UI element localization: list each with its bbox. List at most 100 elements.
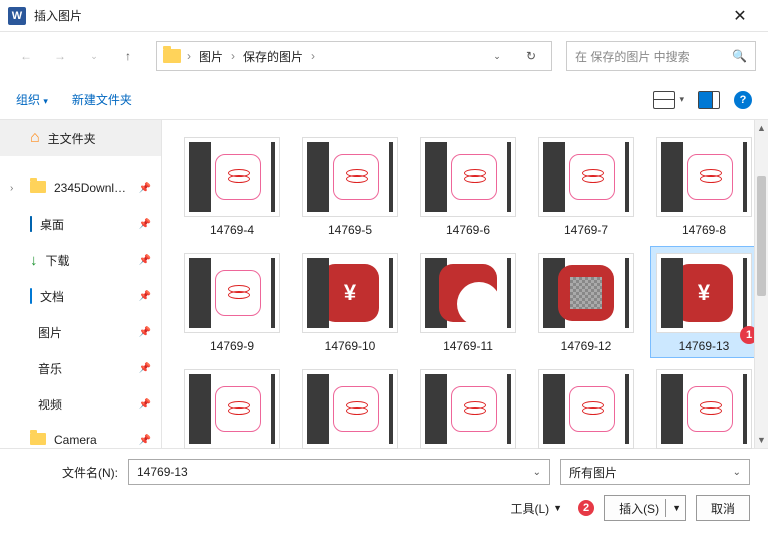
thumbnail-image <box>420 137 516 217</box>
sidebar-item-label: 视频 <box>38 396 62 413</box>
sidebar-item-doc[interactable]: 文档📌 <box>0 278 161 314</box>
thumbnail-image <box>656 369 752 449</box>
back-button[interactable]: ← <box>12 42 40 70</box>
thumbnail-image <box>184 369 280 449</box>
chevron-right-icon[interactable]: › <box>10 183 13 194</box>
thumbnail-caption: 14769-12 <box>561 339 612 353</box>
filename-label: 文件名(N): <box>18 464 118 481</box>
new-folder-button[interactable]: 新建文件夹 <box>72 91 132 108</box>
pin-icon: 📌 <box>139 327 151 338</box>
sidebar-item-label: 音乐 <box>38 360 62 377</box>
sidebar-item-pic[interactable]: 图片📌 <box>0 314 161 350</box>
file-thumbnail[interactable]: ¥114769-13 <box>650 246 758 358</box>
chevron-down-icon: ▼ <box>553 503 562 513</box>
thumbnail-image <box>538 369 634 449</box>
file-thumbnail[interactable]: 14769-7 <box>532 130 640 242</box>
view-preview-button[interactable] <box>698 91 720 109</box>
pin-icon: 📌 <box>139 183 151 194</box>
scroll-down-icon[interactable]: ▼ <box>757 432 766 448</box>
file-thumbnail[interactable] <box>414 362 522 460</box>
folder-icon <box>30 433 46 448</box>
chevron-right-icon: › <box>231 49 235 63</box>
refresh-button[interactable]: ↻ <box>517 42 545 70</box>
address-bar[interactable]: › 图片 › 保存的图片 › ⌄ ↻ <box>156 41 552 71</box>
toolbar: 组织 ▾ 新建文件夹 ▾ ? <box>0 80 768 120</box>
view-large-button[interactable]: ▾ <box>653 91 684 109</box>
window-title: 插入图片 <box>34 7 720 24</box>
pin-icon: 📌 <box>139 399 151 410</box>
filename-input[interactable]: 14769-13 ⌄ <box>128 459 550 485</box>
tools-button[interactable]: 工具(L) ▼ <box>504 496 568 521</box>
thumbnail-caption: 14769-8 <box>682 223 726 237</box>
thumbnail-caption: 14769-13 <box>679 339 730 353</box>
chevron-down-icon[interactable]: ⌄ <box>533 467 541 478</box>
desktop-icon <box>30 217 32 231</box>
pin-icon: 📌 <box>139 255 151 266</box>
thumbnail-caption: 14769-7 <box>564 223 608 237</box>
file-thumbnail[interactable]: 14769-12 <box>532 246 640 358</box>
pin-icon: 📌 <box>139 363 151 374</box>
cancel-button[interactable]: 取消 <box>696 495 750 521</box>
thumbnail-caption: 14769-9 <box>210 339 254 353</box>
body: ⌂主文件夹›2345Downloads📌桌面📌↓下载📌文档📌图片📌音乐📌视频📌C… <box>0 120 768 448</box>
recent-dropdown[interactable]: ⌄ <box>80 42 108 70</box>
sidebar-item-download[interactable]: ↓下载📌 <box>0 242 161 278</box>
folder-icon <box>30 181 46 196</box>
footer: 文件名(N): 14769-13 ⌄ 所有图片 ⌄ 工具(L) ▼ 2 插入(S… <box>0 448 768 533</box>
file-thumbnail[interactable]: 14769-5 <box>296 130 404 242</box>
file-thumbnail[interactable] <box>650 362 758 460</box>
scroll-up-icon[interactable]: ▲ <box>757 120 766 136</box>
thumbnail-caption: 14769-5 <box>328 223 372 237</box>
home-icon: ⌂ <box>30 129 40 147</box>
filetype-select[interactable]: 所有图片 ⌄ <box>560 459 750 485</box>
file-thumbnail[interactable] <box>178 362 286 460</box>
sidebar-item-home[interactable]: ⌂ 主文件夹 <box>0 120 161 156</box>
download-icon: ↓ <box>30 252 38 269</box>
breadcrumb-pictures[interactable]: 图片 <box>197 48 225 65</box>
sidebar-item-label: 桌面 <box>40 216 64 233</box>
chevron-right-icon: › <box>311 49 315 63</box>
breadcrumb-saved[interactable]: 保存的图片 <box>241 48 305 65</box>
chevron-down-icon[interactable]: ▼ <box>672 503 681 513</box>
forward-button[interactable]: → <box>46 42 74 70</box>
up-button[interactable]: ↑ <box>114 42 142 70</box>
file-thumbnail[interactable]: 14769-9 <box>178 246 286 358</box>
sidebar-item-label: 文档 <box>40 288 64 305</box>
sidebar: ⌂主文件夹›2345Downloads📌桌面📌↓下载📌文档📌图片📌音乐📌视频📌C… <box>0 120 162 448</box>
thumbnail-image <box>538 253 634 333</box>
file-thumbnail[interactable]: 14769-11 <box>414 246 522 358</box>
organize-button[interactable]: 组织 ▾ <box>16 91 48 108</box>
thumbnail-image: ¥ <box>656 253 752 333</box>
search-icon: 🔍 <box>732 49 747 63</box>
thumbnail-image <box>302 137 398 217</box>
file-thumbnail[interactable]: ¥14769-10 <box>296 246 404 358</box>
thumbnail-image <box>538 137 634 217</box>
file-thumbnail[interactable]: 14769-6 <box>414 130 522 242</box>
chevron-right-icon: › <box>187 49 191 63</box>
sidebar-item-label: 主文件夹 <box>48 130 96 147</box>
file-thumbnail[interactable] <box>532 362 640 460</box>
help-button[interactable]: ? <box>734 91 752 109</box>
thumbnail-caption: 14769-6 <box>446 223 490 237</box>
thumbnail-caption: 14769-11 <box>443 339 493 353</box>
sidebar-item-folder[interactable]: ›2345Downloads📌 <box>0 170 161 206</box>
scrollbar-thumb[interactable] <box>757 176 766 296</box>
file-thumbnail[interactable] <box>296 362 404 460</box>
word-icon: W <box>8 7 26 25</box>
file-grid[interactable]: 14769-4 14769-5 14769-6 14769-7 14769-8 14769… <box>162 120 768 460</box>
search-input[interactable]: 在 保存的图片 中搜索 🔍 <box>566 41 756 71</box>
sidebar-item-music[interactable]: 音乐 📌 <box>0 350 161 386</box>
chevron-down-icon: ▾ <box>43 96 48 106</box>
sidebar-item-folder[interactable]: Camera📌 <box>0 422 161 448</box>
thumbnail-image <box>656 137 752 217</box>
chevron-down-icon[interactable]: ⌄ <box>733 467 741 478</box>
insert-button[interactable]: 插入(S) ▼ <box>604 495 686 521</box>
pin-icon: 📌 <box>139 219 151 230</box>
address-dropdown[interactable]: ⌄ <box>483 42 511 70</box>
close-button[interactable]: ✕ <box>720 6 760 26</box>
sidebar-item-video[interactable]: 视频 📌 <box>0 386 161 422</box>
file-thumbnail[interactable]: 14769-4 <box>178 130 286 242</box>
sidebar-item-desktop[interactable]: 桌面 📌 <box>0 206 161 242</box>
scrollbar-vertical[interactable]: ▲ ▼ <box>754 120 768 448</box>
file-thumbnail[interactable]: 14769-8 <box>650 130 758 242</box>
